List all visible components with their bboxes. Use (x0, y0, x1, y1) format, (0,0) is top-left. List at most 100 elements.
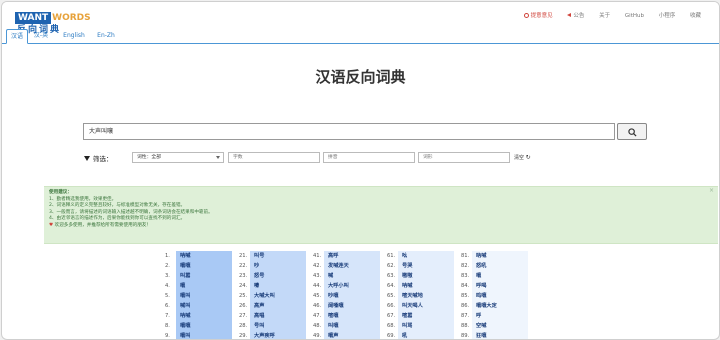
feedback-link[interactable]: 提意意见 (523, 13, 553, 19)
result-word[interactable]: 怒号 (250, 271, 306, 281)
result-item[interactable]: 25. 大喊大叫 (236, 291, 310, 301)
result-item[interactable]: 65. 喧天喊地 (384, 291, 458, 301)
close-icon[interactable]: × (709, 187, 714, 195)
result-word[interactable]: 喊 (324, 271, 380, 281)
result-word[interactable]: 发喊连天 (324, 261, 380, 271)
wordform-input[interactable]: 词形 (418, 152, 510, 163)
about-link[interactable]: 关于 (599, 13, 610, 19)
result-word[interactable]: 大呼小叫 (324, 281, 380, 291)
result-word[interactable]: 叫天喝人 (398, 301, 454, 311)
result-item[interactable]: 1. 呐喊 (162, 251, 236, 261)
result-word[interactable]: 叫骂 (398, 321, 454, 331)
tab-english[interactable]: English (60, 29, 88, 42)
result-word[interactable]: 高声 (250, 301, 306, 311)
result-item[interactable]: 21. 叫号 (236, 251, 310, 261)
result-item[interactable]: 69. 吼 (384, 331, 458, 339)
result-word[interactable]: 怒吼 (472, 261, 528, 271)
result-word[interactable]: 喊叫 (176, 301, 232, 311)
result-word[interactable]: 呼 (472, 311, 528, 321)
miniprogram-link[interactable]: 小程序 (659, 13, 676, 19)
result-item[interactable]: 43. 喊 (310, 271, 384, 281)
result-item[interactable]: 62. 号哭 (384, 261, 458, 271)
result-item[interactable]: 81. 吶喊 (458, 251, 532, 261)
result-item[interactable]: 5. 嚷叫 (162, 291, 236, 301)
result-word[interactable]: 吆 (398, 251, 454, 261)
clear-button[interactable]: 清空 ↻ (514, 152, 531, 163)
result-word[interactable]: 呐喊 (176, 251, 232, 261)
result-item[interactable]: 89. 狂嚷 (458, 331, 532, 339)
result-word[interactable]: 吶喊 (472, 251, 528, 261)
result-item[interactable]: 63. 嗷嗷 (384, 271, 458, 281)
pinyin-input[interactable]: 拼音 (323, 152, 415, 163)
result-word[interactable]: 号哭 (398, 261, 454, 271)
result-item[interactable]: 23. 怒号 (236, 271, 310, 281)
result-item[interactable]: 41. 高呼 (310, 251, 384, 261)
length-input[interactable]: 字数 (228, 152, 320, 163)
result-word[interactable]: 阔嗓嚷 (324, 301, 380, 311)
result-word[interactable]: 鸣嚷 (472, 291, 528, 301)
result-item[interactable]: 3. 叫嚣 (162, 271, 236, 281)
result-word[interactable]: 吵嚷 (324, 291, 380, 301)
result-word[interactable]: 嚷嚷 (176, 321, 232, 331)
result-word[interactable]: 嚷 (176, 281, 232, 291)
result-item[interactable]: 42. 发喊连天 (310, 261, 384, 271)
result-item[interactable]: 4. 嚷 (162, 281, 236, 291)
result-item[interactable]: 24. 嚎 (236, 281, 310, 291)
tab-chinese[interactable]: 汉语 (6, 29, 28, 44)
result-item[interactable]: 84. 呼喝 (458, 281, 532, 291)
result-word[interactable]: 号叫 (250, 321, 306, 331)
result-word[interactable]: 吼 (398, 331, 454, 339)
result-item[interactable]: 9. 嚷叫 (162, 331, 236, 339)
result-item[interactable]: 26. 高声 (236, 301, 310, 311)
result-item[interactable]: 68. 叫骂 (384, 321, 458, 331)
result-word[interactable]: 嚷叫 (176, 291, 232, 301)
result-item[interactable]: 85. 鸣嚷 (458, 291, 532, 301)
result-item[interactable]: 47. 喧嚷 (310, 311, 384, 321)
result-word[interactable]: 大声疾呼 (250, 331, 306, 339)
result-item[interactable]: 83. 嚷 (458, 271, 532, 281)
favorite-link[interactable]: 收藏 (690, 13, 701, 19)
announcement-link[interactable]: 公告 (567, 13, 584, 19)
result-word[interactable]: 狂嚷 (472, 331, 528, 339)
result-item[interactable]: 86. 嚷嚷大定 (458, 301, 532, 311)
result-word[interactable]: 嚎 (250, 281, 306, 291)
result-item[interactable]: 8. 嚷嚷 (162, 321, 236, 331)
result-item[interactable]: 46. 阔嗓嚷 (310, 301, 384, 311)
result-item[interactable]: 48. 叫嚷 (310, 321, 384, 331)
result-item[interactable]: 22. 吵 (236, 261, 310, 271)
result-word[interactable]: 大喊大叫 (250, 291, 306, 301)
result-word[interactable]: 叫嚷 (324, 321, 380, 331)
result-item[interactable]: 29. 大声疾呼 (236, 331, 310, 339)
result-word[interactable]: 喧天喊地 (398, 291, 454, 301)
result-word[interactable]: 嚷嚷 (176, 261, 232, 271)
result-item[interactable]: 82. 怒吼 (458, 261, 532, 271)
result-word[interactable]: 吵 (250, 261, 306, 271)
result-item[interactable]: 27. 高唱 (236, 311, 310, 321)
result-word[interactable]: 嚷 (472, 271, 528, 281)
result-word[interactable]: 呐喊 (398, 281, 454, 291)
result-item[interactable]: 7. 呐喊 (162, 311, 236, 321)
result-word[interactable]: 高唱 (250, 311, 306, 321)
result-word[interactable]: 喧嚣 (398, 311, 454, 321)
result-item[interactable]: 44. 大呼小叫 (310, 281, 384, 291)
result-item[interactable]: 45. 吵嚷 (310, 291, 384, 301)
result-item[interactable]: 66. 叫天喝人 (384, 301, 458, 311)
search-button[interactable] (617, 123, 647, 140)
result-item[interactable]: 61. 吆 (384, 251, 458, 261)
result-item[interactable]: 67. 喧嚣 (384, 311, 458, 321)
result-item[interactable]: 49. 嚷声 (310, 331, 384, 339)
result-word[interactable]: 高呼 (324, 251, 380, 261)
result-word[interactable]: 喧嚷 (324, 311, 380, 321)
pos-select[interactable]: 词性：全部 (132, 152, 224, 163)
result-word[interactable]: 叫号 (250, 251, 306, 261)
result-word[interactable]: 呼喝 (472, 281, 528, 291)
result-item[interactable]: 6. 喊叫 (162, 301, 236, 311)
result-word[interactable]: 空喊 (472, 321, 528, 331)
result-word[interactable]: 叫嚣 (176, 271, 232, 281)
result-item[interactable]: 2. 嚷嚷 (162, 261, 236, 271)
result-item[interactable]: 87. 呼 (458, 311, 532, 321)
result-item[interactable]: 64. 呐喊 (384, 281, 458, 291)
result-word[interactable]: 呐喊 (176, 311, 232, 321)
result-word[interactable]: 嚷嚷大定 (472, 301, 528, 311)
result-item[interactable]: 28. 号叫 (236, 321, 310, 331)
